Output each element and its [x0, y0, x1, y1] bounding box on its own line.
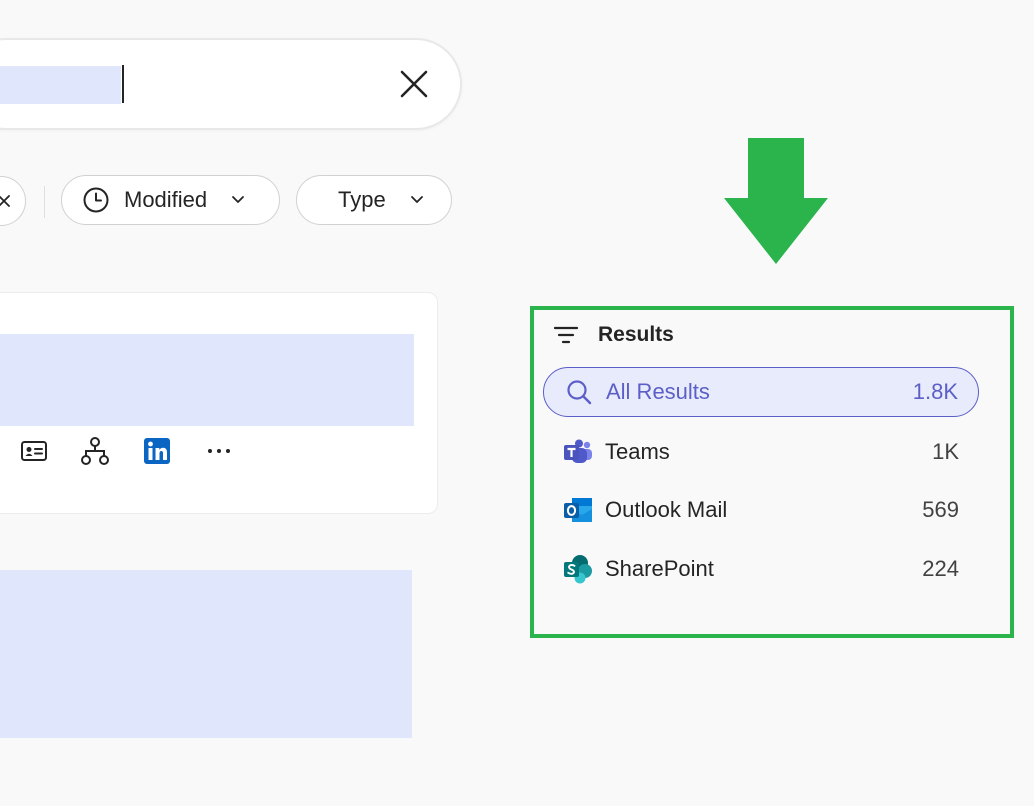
more-options-button[interactable]	[202, 434, 236, 468]
search-caret	[122, 65, 124, 103]
result-item-label: SharePoint	[605, 556, 714, 581]
type-filter-button[interactable]: Type	[296, 175, 452, 225]
outlook-icon	[563, 495, 593, 525]
result-item-label: All Results	[606, 379, 710, 404]
annotation-arrow	[724, 138, 828, 264]
result-item-label: Outlook Mail	[605, 497, 728, 522]
type-filter-label: Type	[338, 187, 386, 212]
filter-pill-partial[interactable]	[0, 176, 26, 226]
close-icon	[400, 70, 428, 98]
teams-icon	[563, 437, 593, 467]
search-query-selection[interactable]	[0, 66, 121, 104]
filter-icon	[554, 326, 578, 344]
results-filter-all[interactable]: All Results 1.8K	[543, 367, 979, 417]
sharepoint-icon	[563, 554, 593, 584]
clear-search-button[interactable]	[394, 64, 434, 104]
chevron-down-icon	[231, 195, 245, 205]
result-item-count: 1K	[932, 439, 959, 464]
result-item-count: 569	[922, 497, 959, 522]
result-item-count: 1.8K	[912, 379, 958, 404]
contact-card-icon	[21, 441, 47, 461]
result-item-label: Teams	[605, 439, 670, 464]
result-item-count: 224	[922, 556, 959, 581]
person-card-redacted-content	[0, 334, 414, 426]
search-icon	[564, 377, 594, 407]
results-filter-outlook[interactable]: Outlook Mail 569	[543, 485, 979, 535]
results-filter-teams[interactable]: Teams 1K	[543, 427, 979, 477]
contact-card-button[interactable]	[17, 434, 51, 468]
results-title: Results	[598, 323, 674, 346]
modified-filter-button[interactable]: Modified	[61, 175, 280, 225]
filter-divider	[44, 186, 45, 218]
linkedin-icon	[144, 438, 170, 464]
org-chart-button[interactable]	[78, 434, 112, 468]
org-chart-icon	[81, 437, 109, 465]
results-header: Results	[554, 319, 674, 351]
more-icon	[208, 449, 230, 453]
second-result-redacted	[0, 570, 412, 738]
clock-icon	[83, 187, 109, 213]
linkedin-button[interactable]	[140, 434, 174, 468]
modified-filter-label: Modified	[124, 187, 208, 212]
chevron-down-icon	[410, 195, 424, 205]
results-filter-sharepoint[interactable]: SharePoint 224	[543, 544, 979, 594]
close-icon	[0, 195, 10, 207]
